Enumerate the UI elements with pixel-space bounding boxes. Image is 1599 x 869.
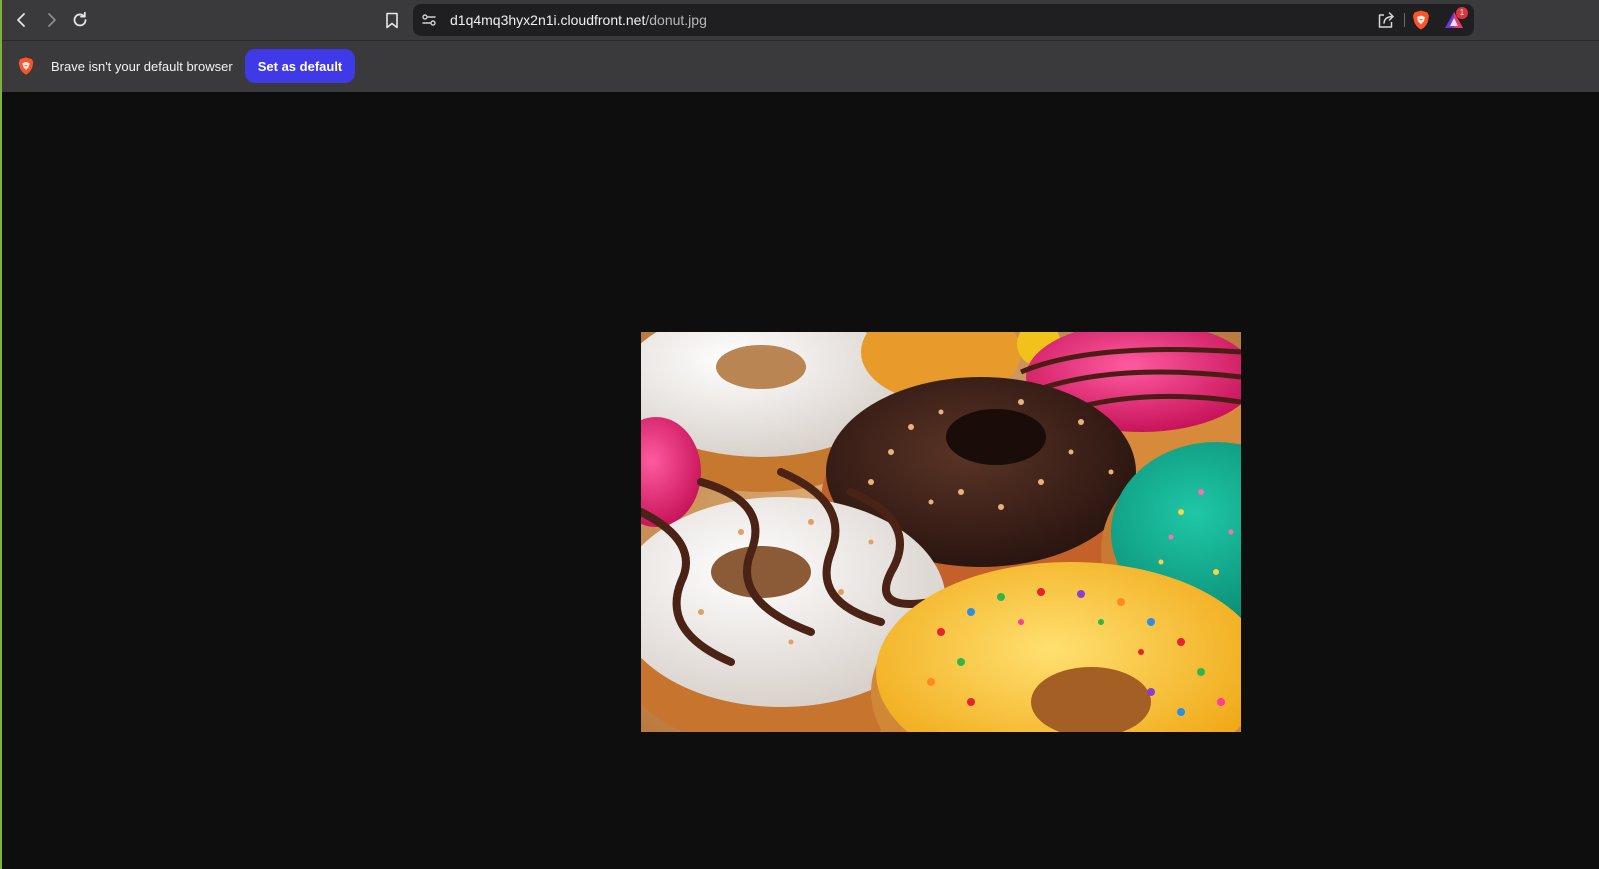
rewards-badge: 1 [1456,7,1468,19]
infobar-message: Brave isn't your default browser [51,59,233,74]
url-text[interactable]: d1q4mq3hyx2n1i.cloudfront.net/donut.jpg [450,12,707,28]
share-icon[interactable] [1376,10,1396,30]
url-host: d1q4mq3hyx2n1i.cloudfront.net [450,12,646,28]
site-settings-icon[interactable] [421,12,437,28]
image-viewer [2,92,1599,869]
set-as-default-button[interactable]: Set as default [245,49,355,83]
default-browser-infobar: Brave isn't your default browser Set as … [2,41,1599,92]
chevron-right-icon [48,13,56,27]
address-bar[interactable]: d1q4mq3hyx2n1i.cloudfront.net/donut.jpg … [413,4,1474,36]
brave-rewards-button[interactable]: 1 [1442,7,1468,31]
urlbar-divider [1404,13,1405,27]
chevron-left-icon [17,13,25,27]
reload-button[interactable] [66,6,94,34]
donut-image [641,332,1241,732]
back-button[interactable] [8,6,36,34]
donut-photo [641,332,1241,732]
forward-button[interactable] [37,6,65,34]
brave-shield-icon[interactable] [1410,9,1432,31]
browser-toolbar: d1q4mq3hyx2n1i.cloudfront.net/donut.jpg … [2,0,1599,41]
brave-logo-icon [18,57,34,75]
url-path: /donut.jpg [645,12,707,28]
bookmark-button[interactable] [378,6,406,34]
bookmark-icon [386,12,398,28]
reload-icon [73,11,87,27]
